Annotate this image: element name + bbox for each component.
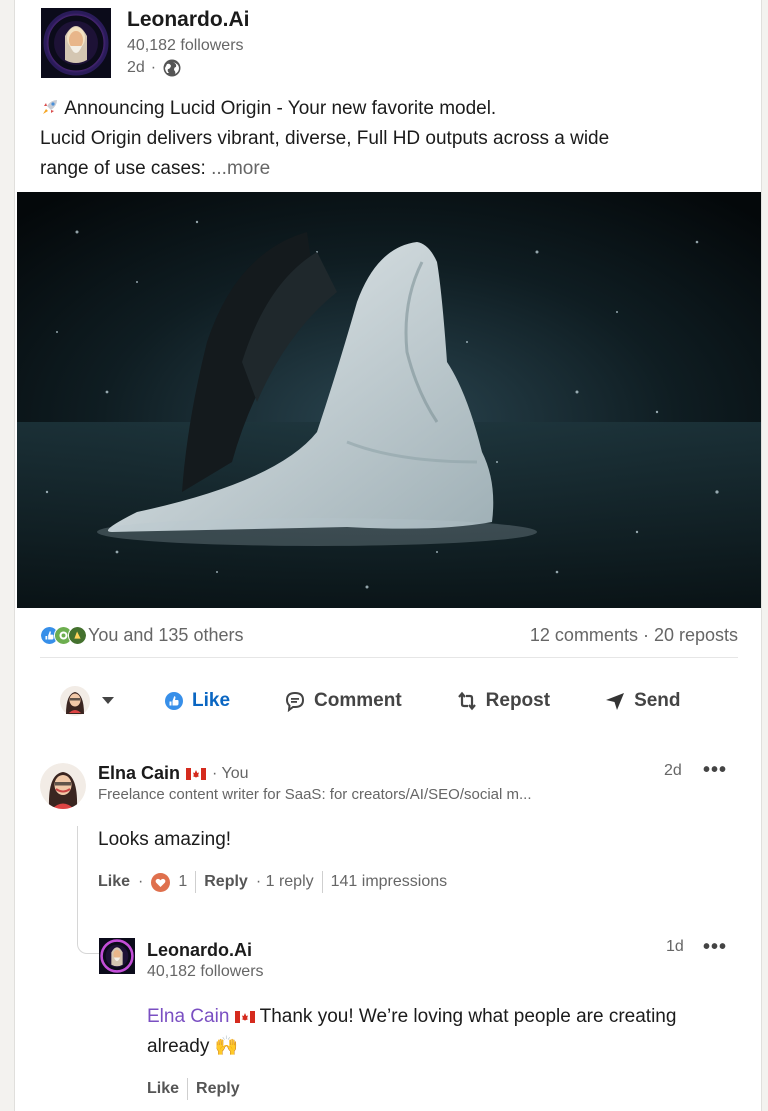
send-icon bbox=[606, 693, 625, 710]
post-text: Announcing Lucid Origin - Your new favor… bbox=[40, 94, 740, 184]
action-bar: Like Comment Repost Send bbox=[40, 675, 738, 727]
social-counts: You and 135 others 12 comments · 20 repo… bbox=[40, 620, 738, 650]
reactions-summary[interactable]: You and 135 others bbox=[40, 625, 243, 646]
user-avatar bbox=[60, 686, 90, 716]
reaction-icons bbox=[40, 625, 87, 645]
divider bbox=[40, 657, 738, 658]
canada-flag-icon bbox=[186, 767, 207, 780]
reply-author-name[interactable]: Leonardo.Ai bbox=[147, 940, 547, 961]
separator bbox=[187, 1078, 189, 1100]
poster-followers: 40,182 followers bbox=[127, 37, 244, 54]
reply-count[interactable]: · 1 reply bbox=[256, 873, 314, 891]
post-line-1: Announcing Lucid Origin - Your new favor… bbox=[64, 98, 497, 119]
send-button[interactable]: Send bbox=[604, 690, 681, 712]
post-meta: 2d · bbox=[127, 58, 182, 78]
reactions-text[interactable]: You and 135 others bbox=[88, 625, 243, 646]
more-options-icon[interactable]: ••• bbox=[703, 936, 727, 959]
reply-reply-button[interactable]: Reply bbox=[196, 1080, 240, 1098]
reply-avatar[interactable] bbox=[99, 938, 135, 974]
comment-actions: Like · 1 Reply · 1 reply 141 impressions bbox=[98, 871, 447, 893]
leonardo-logo-avatar[interactable] bbox=[41, 8, 111, 78]
comment-time: 2d bbox=[664, 762, 682, 779]
rocket-icon bbox=[43, 100, 57, 114]
comment-button[interactable]: Comment bbox=[284, 690, 402, 712]
like-label: Like bbox=[192, 690, 231, 711]
celebrate-reaction-icon bbox=[68, 625, 87, 645]
more-options-icon[interactable]: ••• bbox=[703, 759, 727, 782]
impressions-count[interactable]: 141 impressions bbox=[331, 873, 448, 891]
love-reaction-icon bbox=[151, 872, 171, 892]
comments-reposts-count[interactable]: 12 comments · 20 reposts bbox=[530, 625, 738, 646]
globe-icon bbox=[163, 59, 181, 77]
see-more-link[interactable]: ...more bbox=[211, 158, 270, 179]
comment-body: Looks amazing! bbox=[98, 829, 232, 850]
commenter-avatar[interactable] bbox=[40, 763, 86, 809]
comment-label: Comment bbox=[314, 690, 402, 711]
reply-author-followers: 40,182 followers bbox=[147, 963, 264, 980]
mention-link[interactable]: Elna Cain bbox=[147, 1006, 229, 1027]
send-label: Send bbox=[634, 690, 681, 711]
poster-name[interactable]: Leonardo.Ai bbox=[127, 8, 250, 32]
reply-text-line-2: already 🙌 bbox=[147, 1036, 239, 1057]
post-line-2: Lucid Origin delivers vibrant, diverse, … bbox=[40, 128, 610, 149]
reply-time: 1d bbox=[666, 938, 684, 955]
post-line-3: range of use cases: bbox=[40, 158, 206, 179]
comment-icon bbox=[286, 691, 305, 712]
comment-reaction-count[interactable]: 1 bbox=[178, 873, 187, 891]
post-card: Leonardo.Ai 40,182 followers 2d · Announ… bbox=[14, 0, 762, 1111]
reply-text: Thank you! We’re loving what people are … bbox=[259, 1006, 677, 1027]
commenter-you-tag: · You bbox=[212, 764, 249, 782]
repost-button[interactable]: Repost bbox=[456, 690, 550, 712]
post-age: 2d bbox=[127, 59, 145, 76]
repost-label: Repost bbox=[485, 690, 551, 711]
like-separator: · bbox=[138, 873, 144, 890]
thread-line bbox=[77, 826, 107, 954]
reply-actions: Like Reply bbox=[147, 1078, 240, 1100]
reply-body: Elna Cain Thank you! We’re loving what p… bbox=[147, 1002, 747, 1062]
post-image[interactable] bbox=[17, 192, 761, 608]
repost-icon bbox=[457, 691, 476, 711]
separator bbox=[321, 871, 323, 893]
separator bbox=[195, 871, 197, 893]
canada-flag-icon bbox=[234, 1010, 255, 1023]
chevron-down-icon bbox=[102, 697, 114, 704]
reply-header: Leonardo.Ai 40,182 followers bbox=[147, 940, 547, 981]
actor-switcher[interactable] bbox=[40, 686, 160, 716]
meta-separator: · bbox=[150, 59, 157, 76]
commenter-name[interactable]: Elna Cain bbox=[98, 763, 180, 784]
comment-header: Elna Cain · You Freelance content writer… bbox=[98, 763, 658, 803]
comment-reply-button[interactable]: Reply bbox=[204, 873, 248, 891]
like-icon bbox=[165, 692, 183, 710]
reply-like-button[interactable]: Like bbox=[147, 1080, 179, 1098]
commenter-headline: Freelance content writer for SaaS: for c… bbox=[98, 786, 532, 803]
like-button[interactable]: Like bbox=[164, 690, 230, 712]
